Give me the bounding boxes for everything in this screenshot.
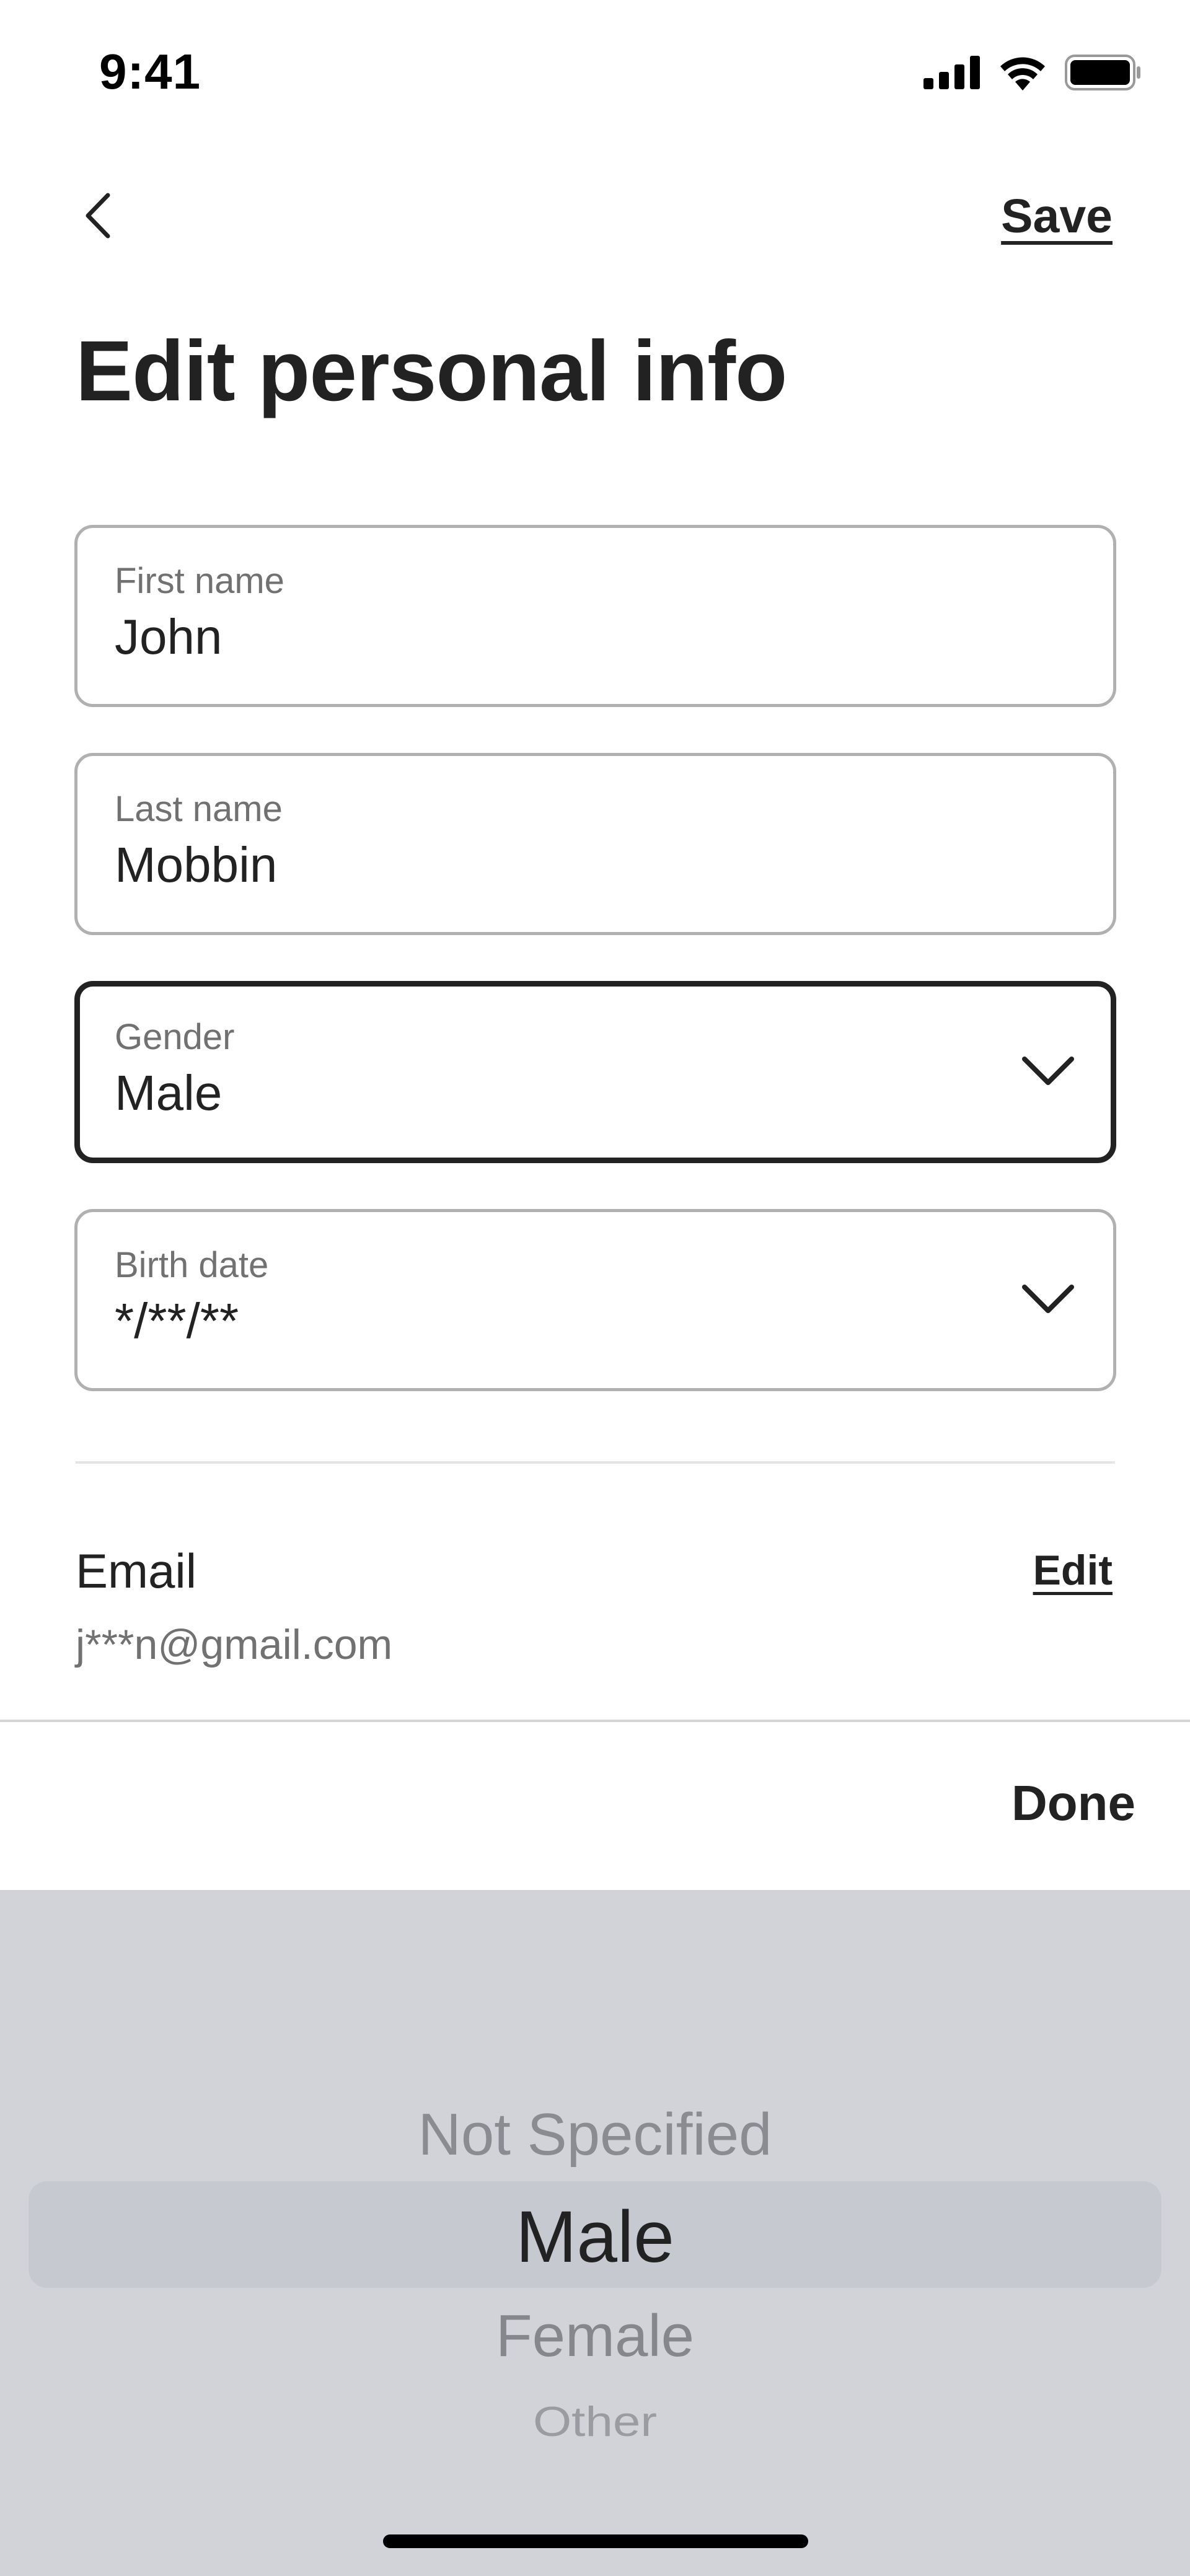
picker-option-other[interactable]: Other xyxy=(0,2398,1190,2446)
gender-select[interactable]: Gender Male xyxy=(74,981,1116,1163)
wifi-icon xyxy=(998,55,1047,94)
status-time: 9:41 xyxy=(99,44,201,99)
last-name-field[interactable]: Last name Mobbin xyxy=(74,753,1116,935)
done-button[interactable]: Done xyxy=(1011,1775,1135,1832)
birth-date-label: Birth date xyxy=(115,1245,269,1285)
status-bar: 9:41 xyxy=(0,0,1190,146)
home-indicator xyxy=(383,2534,808,2548)
picker-toolbar: Done xyxy=(0,1720,1190,1890)
first-name-field[interactable]: First name John xyxy=(74,525,1116,707)
first-name-value[interactable]: John xyxy=(115,609,222,666)
birth-date-value: */**/** xyxy=(115,1293,239,1348)
chevron-left-icon xyxy=(84,193,112,242)
email-label: Email xyxy=(76,1544,197,1598)
battery-icon xyxy=(1065,55,1142,94)
section-divider xyxy=(76,1461,1115,1464)
birth-date-select[interactable]: Birth date */**/** xyxy=(74,1209,1116,1391)
gender-picker-wheel[interactable]: Not Specified Male Female Other xyxy=(0,1890,1190,2576)
picker-option-not-specified[interactable]: Not Specified xyxy=(0,2101,1190,2169)
chevron-down-icon[interactable] xyxy=(1020,1049,1076,1092)
picker-option-male[interactable]: Male xyxy=(0,2195,1190,2279)
status-icons xyxy=(923,55,1142,94)
email-edit-button[interactable]: Edit xyxy=(1033,1546,1113,1594)
signal-icon xyxy=(923,56,981,92)
save-button[interactable]: Save xyxy=(1001,189,1113,244)
gender-value: Male xyxy=(115,1065,223,1120)
page-title: Edit personal info xyxy=(76,323,787,419)
back-button[interactable] xyxy=(73,177,123,257)
email-value: j***n@gmail.com xyxy=(76,1621,393,1668)
gender-label: Gender xyxy=(115,1017,235,1057)
picker-option-female[interactable]: Female xyxy=(0,2302,1190,2370)
last-name-value[interactable]: Mobbin xyxy=(115,837,277,894)
last-name-label: Last name xyxy=(115,789,283,829)
nav-bar: Save xyxy=(0,146,1190,288)
chevron-down-icon[interactable] xyxy=(1020,1277,1076,1321)
first-name-label: First name xyxy=(115,561,284,601)
